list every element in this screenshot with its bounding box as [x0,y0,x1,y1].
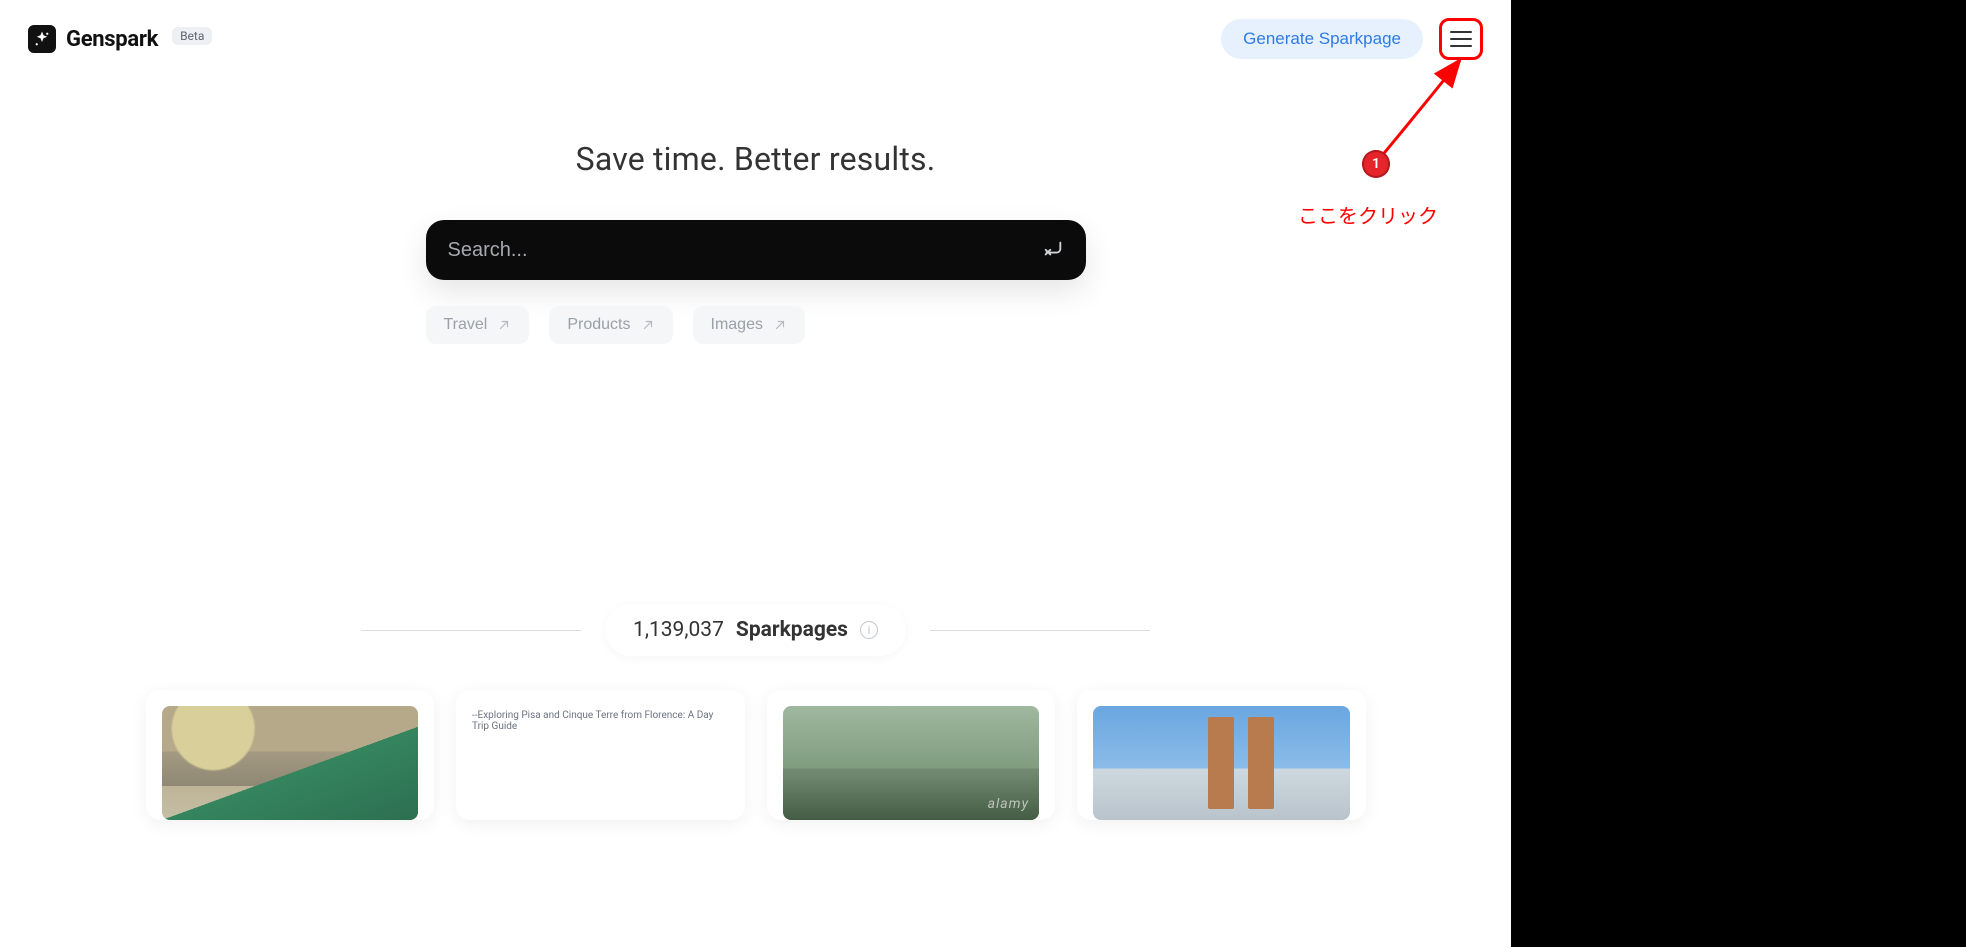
sparkpages-count: 1,139,037 [633,618,724,642]
hero: Save time. Better results. Travel Produc… [0,140,1511,344]
card-title: --Exploring Pisa and Cinque Terre from F… [472,706,729,732]
search-box[interactable] [426,220,1086,280]
arrow-up-right-icon [641,318,655,332]
chip-label: Travel [444,316,488,334]
generate-sparkpage-button[interactable]: Generate Sparkpage [1221,19,1423,59]
watermark: alamy [988,796,1029,812]
enter-icon [1042,237,1064,263]
right-black-margin [1511,0,1966,947]
brand-name: Genspark [66,27,158,52]
chip-label: Images [711,316,763,334]
sparkpage-cards: --Exploring Pisa and Cinque Terre from F… [146,690,1366,820]
sparkpage-card[interactable] [1077,690,1366,820]
arrow-up-right-icon [773,318,787,332]
chip-label: Products [567,316,630,334]
card-image [1093,706,1350,820]
chip-travel[interactable]: Travel [426,306,530,344]
sparkpage-card[interactable] [146,690,435,820]
chip-images[interactable]: Images [693,306,805,344]
brand-logo-icon [28,25,56,53]
hamburger-menu-button[interactable] [1439,18,1483,60]
divider-left [361,630,581,631]
hamburger-icon [1450,30,1472,48]
sparkpage-card[interactable]: alamy [767,690,1056,820]
sparkpages-strip: 1,139,037 Sparkpages i [0,604,1511,656]
beta-badge: Beta [172,27,212,45]
card-image: alamy [783,706,1040,820]
info-icon[interactable]: i [860,621,878,639]
sparkpages-count-pill: 1,139,037 Sparkpages i [605,604,906,656]
brand[interactable]: Genspark Beta [28,25,212,53]
suggestion-chips: Travel Products Images [426,306,1086,344]
arrow-up-right-icon [497,318,511,332]
card-image [162,706,419,820]
search-wrap: Travel Products Images [426,220,1086,344]
chip-products[interactable]: Products [549,306,672,344]
header: Genspark Beta Generate Sparkpage [0,0,1511,60]
hero-title: Save time. Better results. [0,140,1511,178]
search-input[interactable] [448,239,1042,262]
divider-right [930,630,1150,631]
header-actions: Generate Sparkpage [1221,18,1483,60]
sparkpages-label: Sparkpages [736,618,848,642]
sparkpage-card[interactable]: --Exploring Pisa and Cinque Terre from F… [456,690,745,820]
